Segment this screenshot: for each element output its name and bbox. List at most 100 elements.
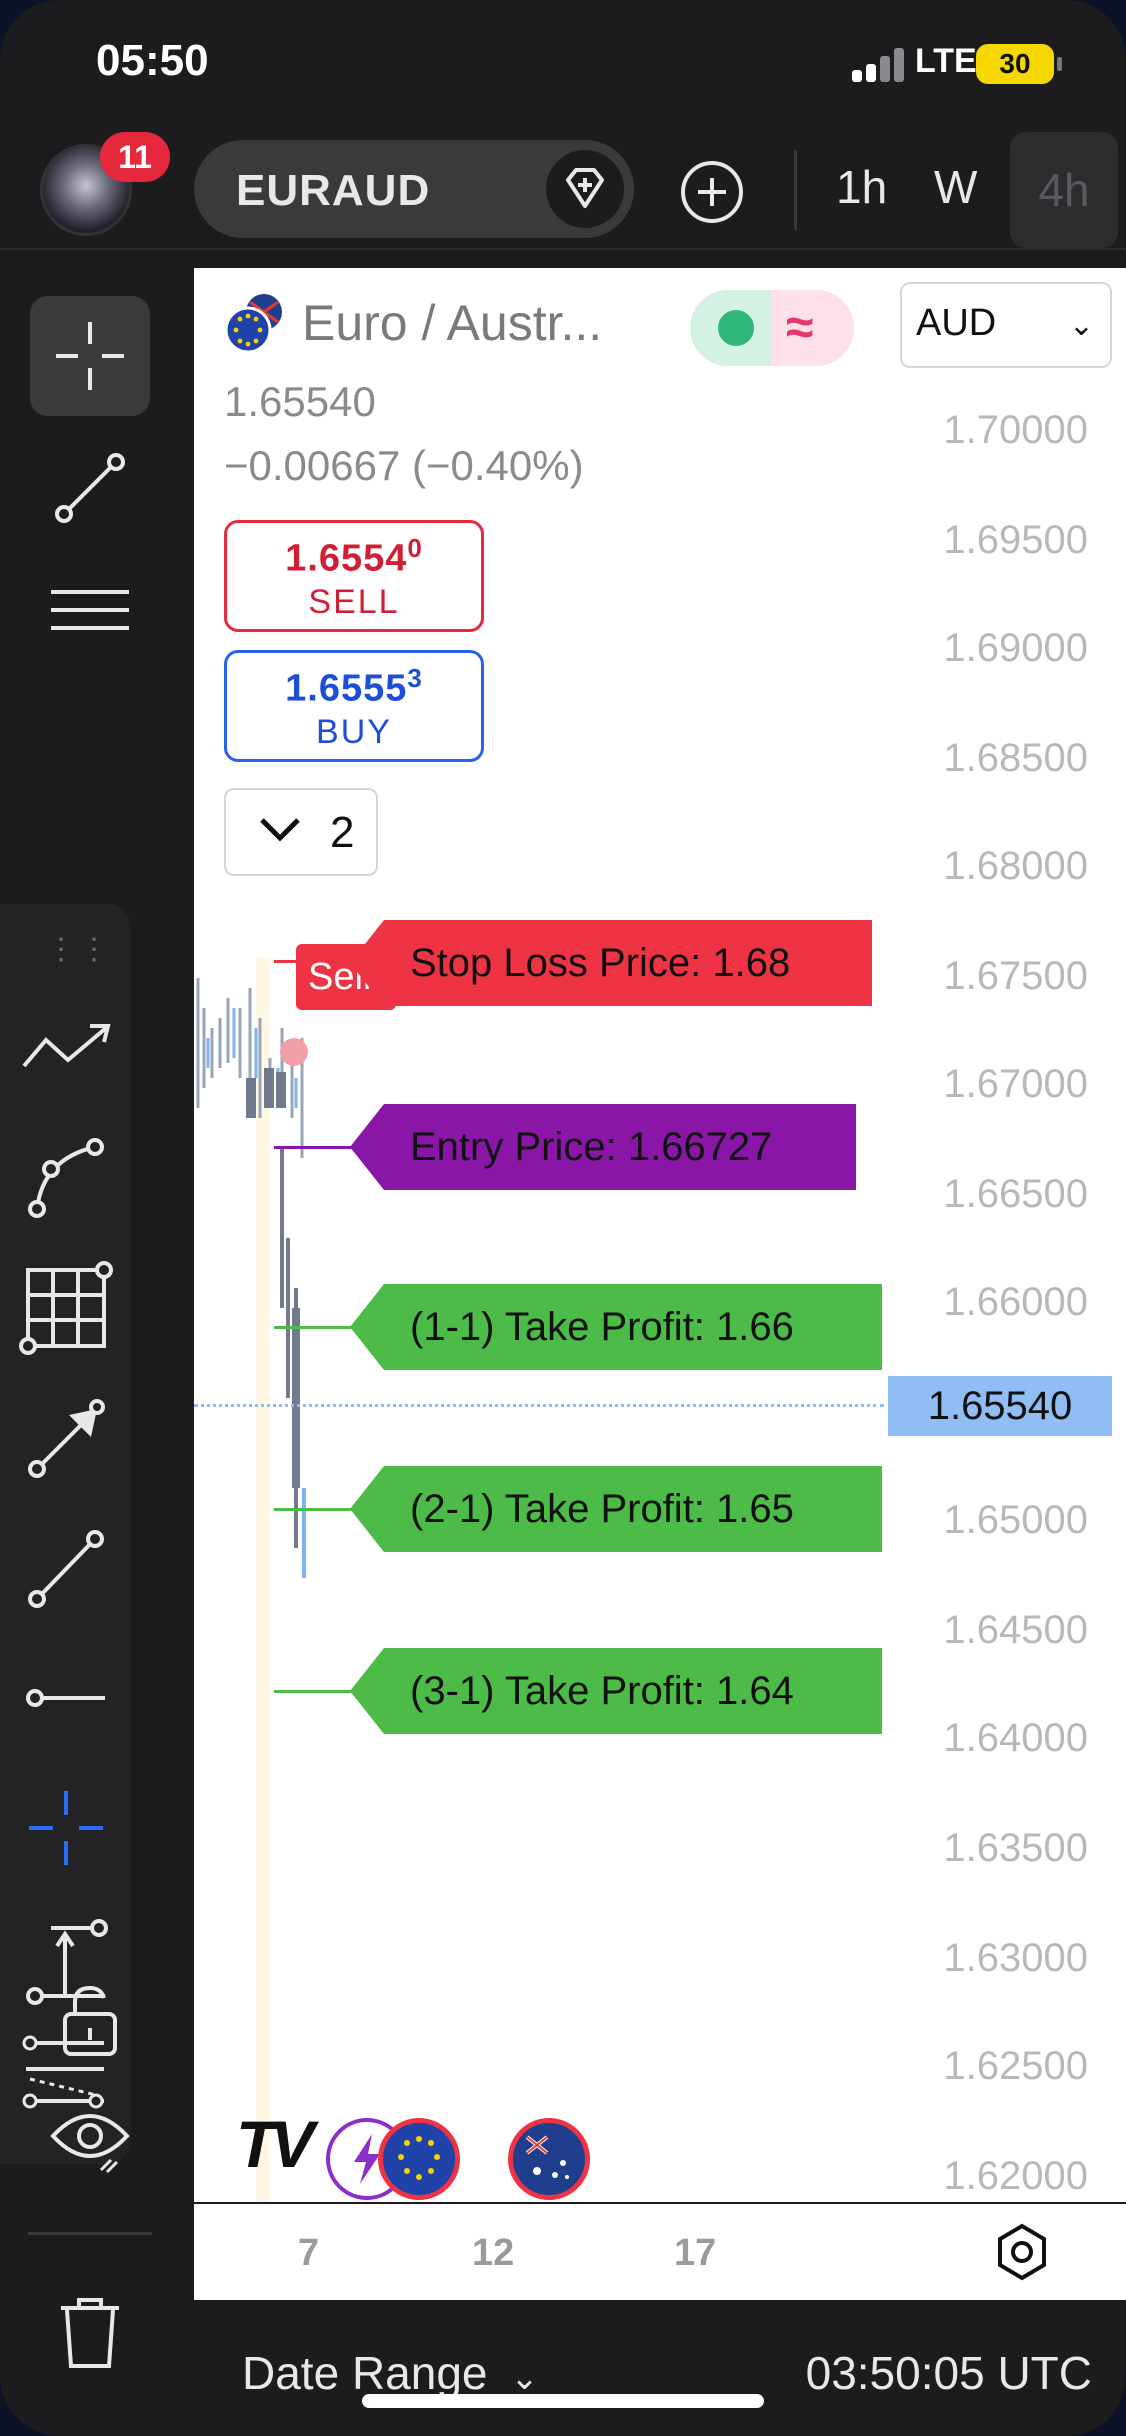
indicators-count: 2 [330, 808, 355, 857]
buy-label: BUY [316, 712, 392, 751]
au-event-icon[interactable] [508, 2118, 590, 2200]
alert-marker-icon[interactable] [280, 1038, 308, 1066]
trend-line-tool-icon[interactable] [30, 428, 150, 548]
toolbar-separator [28, 2232, 152, 2235]
date-range-button[interactable]: Date Range ⌄ [242, 2346, 539, 2400]
phone-screen: 05:50 LTE 30 11 EURAUD 1h W 4h ⋮⋮ Euro /… [0, 0, 1126, 2436]
arrow-tool-icon[interactable] [6, 1378, 126, 1498]
label-pointer [350, 920, 384, 1006]
price-axis-label: 1.62500 [943, 2044, 1088, 2088]
tp1-text: (1-1) Take Profit: 1.66 [410, 1305, 794, 1349]
label-pointer [350, 1648, 384, 1734]
time-axis-label: 17 [674, 2232, 717, 2274]
market-status[interactable]: ≈ [690, 290, 854, 366]
ray-tool-icon[interactable] [6, 1508, 126, 1628]
chevron-down-icon: ⌄ [510, 2359, 539, 2397]
buy-button[interactable]: 1.65553 BUY [224, 650, 484, 762]
add-icon[interactable] [678, 158, 746, 226]
tp1-label[interactable]: (1-1) Take Profit: 1.66 [350, 1284, 882, 1370]
grid-tool-icon[interactable] [6, 1248, 126, 1368]
status-time: 05:50 [96, 36, 209, 85]
eu-event-icon[interactable] [378, 2118, 460, 2200]
network-type: LTE [915, 42, 977, 80]
price-axis-label: 1.68000 [943, 844, 1088, 888]
battery-icon: 30 [976, 44, 1062, 84]
lock-icon[interactable] [30, 1960, 150, 2080]
chevron-down-icon: ⌄ [1068, 309, 1094, 342]
entry-label[interactable]: Entry Price: 1.66727 [350, 1104, 856, 1190]
price-axis-label: 1.68500 [943, 736, 1088, 780]
buy-price: 1.6555 [285, 667, 408, 710]
timeframe-4h[interactable]: 4h [1010, 132, 1118, 248]
home-indicator[interactable] [362, 2394, 764, 2408]
price-axis-label: 1.63500 [943, 1826, 1088, 1870]
stop-loss-label[interactable]: Stop Loss Price: 1.68 [350, 920, 872, 1006]
horizontal-ray-tool-icon[interactable] [6, 1638, 126, 1758]
signal-icon [852, 48, 912, 82]
timeframe-w[interactable]: W [934, 160, 977, 214]
price-axis-label: 1.67500 [943, 954, 1088, 998]
market-open-dot-icon [718, 310, 754, 346]
drawing-toolbar: ⋮⋮ [0, 252, 192, 2436]
fib-tool-icon[interactable] [30, 552, 150, 672]
price-axis-label: 1.69000 [943, 626, 1088, 670]
header-divider [794, 150, 797, 230]
visibility-icon[interactable] [30, 2080, 150, 2200]
sell-label: SELL [308, 582, 400, 621]
chevron-down-icon [258, 814, 302, 853]
current-price-line [194, 1404, 884, 1407]
trash-icon[interactable] [30, 2272, 150, 2392]
currency-value: AUD [916, 302, 997, 344]
status-bar: 05:50 LTE 30 [0, 0, 1126, 120]
price-axis-label: 1.70000 [943, 408, 1088, 452]
price-axis-label: 1.64000 [943, 1716, 1088, 1760]
price-axis-label: 1.69500 [943, 518, 1088, 562]
label-pointer [350, 1284, 384, 1370]
tp2-label[interactable]: (2-1) Take Profit: 1.65 [350, 1466, 882, 1552]
chart-area[interactable]: Euro / Austr... ≈ AUD ⌄ 1.65540 −0.00667… [194, 268, 1126, 2202]
tp3-label[interactable]: (3-1) Take Profit: 1.64 [350, 1648, 882, 1734]
sell-price-pip: 0 [407, 533, 423, 563]
timeframe-1h[interactable]: 1h [836, 160, 887, 214]
label-pointer [350, 1466, 384, 1552]
price-axis-label: 1.66000 [943, 1280, 1088, 1324]
date-range-label: Date Range [242, 2347, 488, 2399]
time-axis-label: 7 [298, 2232, 320, 2274]
buy-price-pip: 3 [407, 663, 423, 693]
current-price-label: 1.65540 [888, 1376, 1112, 1436]
price-axis-label: 1.66500 [943, 1172, 1088, 1216]
chart-header: 11 EURAUD 1h W 4h [0, 122, 1126, 250]
last-price: 1.65540 [224, 378, 376, 425]
symbol-search-button[interactable]: EURAUD [194, 140, 634, 238]
label-pointer [350, 1104, 384, 1190]
drag-handle-icon[interactable]: ⋮⋮ [46, 932, 112, 967]
price-axis-label: 1.67000 [943, 1062, 1088, 1106]
cross-line-tool-icon[interactable] [6, 1768, 126, 1888]
currency-select[interactable]: AUD ⌄ [900, 282, 1112, 368]
price-axis-label: 1.63000 [943, 1936, 1088, 1980]
curve-tool-icon[interactable] [6, 1118, 126, 1238]
notification-badge: 11 [100, 132, 170, 182]
time-axis[interactable]: 7 12 17 [194, 2204, 1126, 2300]
crosshair-tool-icon[interactable] [30, 296, 150, 416]
symbol-label: EURAUD [236, 166, 431, 215]
price-axis-label: 1.62000 [943, 2154, 1088, 2198]
utc-clock[interactable]: 03:50:05 UTC [806, 2346, 1092, 2400]
flag-icon [222, 292, 286, 356]
indicators-toggle[interactable]: 2 [224, 788, 378, 876]
stop-loss-text: Stop Loss Price: 1.68 [410, 941, 791, 985]
tp2-text: (2-1) Take Profit: 1.65 [410, 1487, 794, 1531]
price-change: −0.00667 (−0.40%) [224, 442, 584, 489]
delayed-data-icon: ≈ [786, 299, 814, 355]
path-tool-icon[interactable] [6, 990, 126, 1110]
bottom-bar: Date Range ⌄ 03:50:05 UTC [194, 2302, 1126, 2436]
price-axis-label: 1.64500 [943, 1608, 1088, 1652]
time-axis-label: 12 [472, 2232, 515, 2274]
tradingview-logo: TV [236, 2107, 314, 2181]
diamond-icon[interactable] [546, 150, 624, 228]
tp3-text: (3-1) Take Profit: 1.64 [410, 1669, 794, 1713]
chart-symbol-title[interactable]: Euro / Austr... [302, 294, 602, 352]
settings-icon[interactable] [992, 2222, 1052, 2282]
sell-button[interactable]: 1.65540 SELL [224, 520, 484, 632]
price-axis-label: 1.65000 [943, 1498, 1088, 1542]
